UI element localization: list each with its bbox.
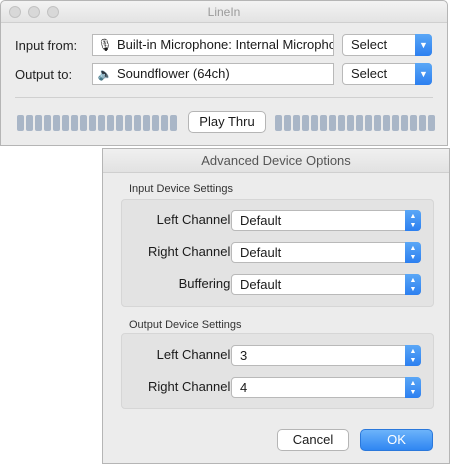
title-bar: LineIn <box>1 1 447 23</box>
up-down-arrows-icon: ▲ ▼ <box>405 274 421 295</box>
buffering-popup[interactable]: Default ▲ ▼ <box>231 274 421 295</box>
output-left-channel-popup[interactable]: 3 ▲ ▼ <box>231 345 421 366</box>
output-settings-title: Output Device Settings <box>129 319 242 331</box>
microphone-icon: 🎙 <box>97 38 113 52</box>
divider <box>15 97 433 98</box>
output-to-label: Output to: <box>15 67 73 82</box>
output-device-field[interactable]: 🔈 Soundflower (64ch) <box>92 63 334 85</box>
chevron-down-icon: ▼ <box>415 63 432 85</box>
input-from-label: Input from: <box>15 38 78 53</box>
up-down-arrows-icon: ▲ ▼ <box>405 242 421 263</box>
advanced-device-options-window: Advanced Device Options Input Device Set… <box>102 148 450 464</box>
input-left-channel-label: Left Channel: <box>156 212 234 227</box>
output-select-label: Select <box>351 66 388 81</box>
output-device-value: Soundflower (64ch) <box>117 66 230 81</box>
input-device-value: Built-in Microphone: Internal Microphone <box>117 37 334 52</box>
input-settings-group: Left Channel: Default ▲ ▼ Right Channel: … <box>121 199 434 307</box>
input-right-channel-label: Right Channel: <box>148 244 234 259</box>
buffering-label: Buffering: <box>178 276 234 291</box>
speaker-icon: 🔈 <box>97 67 113 81</box>
cancel-button[interactable]: Cancel <box>277 429 349 451</box>
output-left-channel-label: Left Channel: <box>156 347 234 362</box>
chevron-down-icon: ▼ <box>415 34 432 56</box>
play-thru-button[interactable]: Play Thru <box>188 111 266 133</box>
linein-window: LineIn Input from: 🎙 Built-in Microphone:… <box>0 0 448 146</box>
window-title: LineIn <box>207 5 241 19</box>
input-level-meter <box>17 115 177 131</box>
input-right-channel-value: Default <box>240 245 282 260</box>
input-left-channel-popup[interactable]: Default ▲ ▼ <box>231 210 421 231</box>
input-select-button[interactable]: Select ▼ <box>342 34 432 56</box>
up-down-arrows-icon: ▲ ▼ <box>405 345 421 366</box>
output-right-channel-label: Right Channel: <box>148 379 234 394</box>
input-device-field[interactable]: 🎙 Built-in Microphone: Internal Microphon… <box>92 34 334 56</box>
output-right-channel-popup[interactable]: 4 ▲ ▼ <box>231 377 421 398</box>
output-select-button[interactable]: Select ▼ <box>342 63 432 85</box>
input-left-channel-value: Default <box>240 213 282 228</box>
up-down-arrows-icon: ▲ ▼ <box>405 210 421 231</box>
output-right-channel-value: 4 <box>240 380 248 395</box>
up-down-arrows-icon: ▲ ▼ <box>405 377 421 398</box>
input-settings-title: Input Device Settings <box>129 183 233 195</box>
output-left-channel-value: 3 <box>240 348 248 363</box>
input-right-channel-popup[interactable]: Default ▲ ▼ <box>231 242 421 263</box>
input-select-label: Select <box>351 37 388 52</box>
buffering-value: Default <box>240 277 282 292</box>
advanced-title: Advanced Device Options <box>103 149 449 173</box>
output-level-meter <box>275 115 435 131</box>
output-settings-group: Left Channel: 3 ▲ ▼ Right Channel: 4 ▲ ▼ <box>121 333 434 409</box>
ok-button[interactable]: OK <box>360 429 433 451</box>
